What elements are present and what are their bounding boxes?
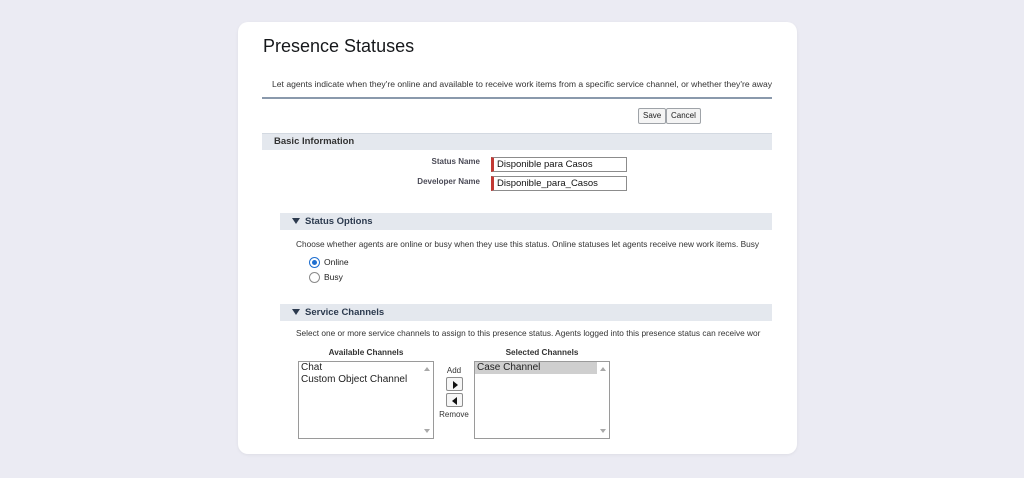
service-channels-header[interactable]: Service Channels [280,304,772,321]
basic-information-header: Basic Information [262,133,772,150]
page-title: Presence Statuses [263,36,415,56]
developer-name-input[interactable] [491,176,627,191]
service-channels-title: Service Channels [305,307,385,318]
radio-online-label: Online [324,257,349,267]
presence-statuses-card: Presence Statuses Let agents indicate wh… [238,22,797,454]
selected-channels-label: Selected Channels [505,348,579,357]
scroll-up-icon[interactable] [600,367,606,371]
radio-busy-label: Busy [324,272,343,282]
add-label: Add [446,366,462,375]
page-description: Let agents indicate when they're online … [272,79,772,89]
button-row: Save Cancel [262,99,772,132]
scroll-down-icon[interactable] [600,429,606,433]
remove-label: Remove [439,410,469,419]
available-channels-listbox[interactable]: Chat Custom Object Channel [298,361,434,439]
selected-channels-listbox[interactable]: Case Channel [474,361,610,439]
save-button[interactable]: Save [638,108,667,124]
scroll-down-icon[interactable] [424,429,430,433]
cancel-button[interactable]: Cancel [666,108,701,124]
collapse-triangle-icon [292,218,300,224]
arrow-right-icon [453,381,458,389]
available-channel-option[interactable]: Custom Object Channel [299,374,433,386]
available-scrollbar[interactable] [422,362,433,438]
add-channel-button[interactable] [446,377,463,391]
developer-name-label: Developer Name [417,177,480,186]
radio-busy-button[interactable] [309,272,320,283]
selected-channel-option[interactable]: Case Channel [475,362,597,374]
salesforce-setup-form: Save Cancel Basic Information Status Nam… [262,97,772,454]
status-options-header[interactable]: Status Options [280,213,772,230]
status-options-help: Choose whether agents are online or busy… [296,239,760,249]
available-channels-label: Available Channels [328,348,404,357]
remove-channel-button[interactable] [446,393,463,407]
status-name-input[interactable] [491,157,627,172]
status-options-title: Status Options [305,216,373,227]
radio-online-button[interactable] [309,257,320,268]
scroll-up-icon[interactable] [424,367,430,371]
selected-scrollbar[interactable] [598,362,609,438]
status-name-label: Status Name [431,157,480,166]
collapse-triangle-icon [292,309,300,315]
arrow-left-icon [452,397,457,405]
available-channel-option[interactable]: Chat [299,362,433,374]
service-channels-help: Select one or more service channels to a… [296,328,761,338]
